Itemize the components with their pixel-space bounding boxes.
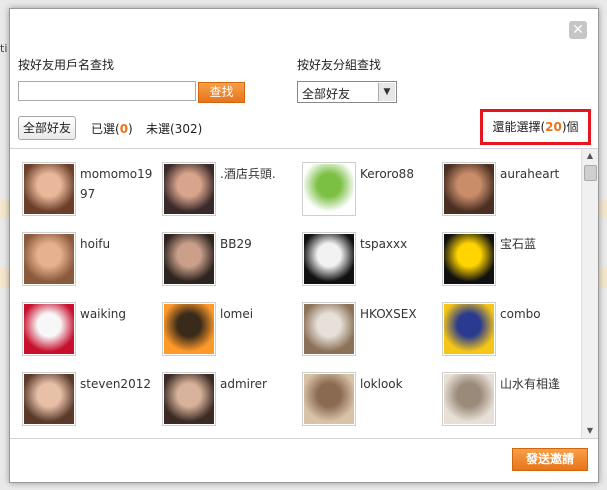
friend-name[interactable]: 宝石蓝 <box>500 234 578 254</box>
friend-name[interactable]: 山水有相逢 <box>500 374 578 394</box>
friend-item[interactable]: BB29 <box>162 232 302 292</box>
remaining-quota: 還能選擇(20)個 <box>480 109 591 145</box>
friend-avatar-frame[interactable] <box>22 372 76 426</box>
friend-avatar-frame[interactable] <box>22 162 76 216</box>
friend-name[interactable]: waiking <box>80 304 158 324</box>
close-icon[interactable]: ✕ <box>569 21 587 39</box>
friend-item[interactable]: momomo1997 <box>22 162 162 222</box>
friend-avatar-frame[interactable] <box>442 372 496 426</box>
background-text: ti <box>0 42 8 55</box>
friend-avatar-frame[interactable] <box>442 232 496 286</box>
avatar <box>164 164 214 214</box>
friend-name[interactable]: BB29 <box>220 234 298 254</box>
avatar <box>304 164 354 214</box>
group-select-value: 全部好友 <box>302 87 351 101</box>
friend-name[interactable]: admirer <box>220 374 298 394</box>
unselected-count[interactable]: 未選(302) <box>146 120 202 137</box>
friend-avatar-frame[interactable] <box>442 302 496 356</box>
friend-name[interactable]: combo <box>500 304 578 324</box>
friend-item[interactable]: auraheart <box>442 162 582 222</box>
search-label: 按好友用戶名查找 <box>18 58 115 72</box>
avatar <box>304 234 354 284</box>
avatar <box>304 304 354 354</box>
friend-item[interactable]: Keroro88 <box>302 162 442 222</box>
friend-avatar-frame[interactable] <box>302 302 356 356</box>
friend-list: momomo1997 .酒店兵頭. Keroro88 auraheart hoifu BB… <box>10 148 598 439</box>
friend-item[interactable]: lomei <box>162 302 302 362</box>
avatar <box>444 374 494 424</box>
friend-name[interactable]: hoifu <box>80 234 158 254</box>
friend-avatar-frame[interactable] <box>162 232 216 286</box>
friend-item[interactable]: hoifu <box>22 232 162 292</box>
username-search-input[interactable] <box>18 81 196 101</box>
friend-item[interactable]: HKOXSEX <box>302 302 442 362</box>
avatar <box>24 374 74 424</box>
friend-avatar-frame[interactable] <box>442 162 496 216</box>
avatar <box>444 304 494 354</box>
friend-name[interactable]: auraheart <box>500 164 578 184</box>
all-friends-button[interactable]: 全部好友 <box>18 116 76 140</box>
avatar <box>304 374 354 424</box>
selected-number: 0 <box>119 122 129 136</box>
remaining-number: 20 <box>545 120 562 134</box>
friend-item[interactable]: 宝石蓝 <box>442 232 582 292</box>
selected-count[interactable]: 已選(0) <box>91 120 133 137</box>
invite-friends-dialog: ✕ 按好友用戶名查找 查找 按好友分組查找 全部好友 ▼ 全部好友 已選(0) … <box>9 8 599 483</box>
send-invitation-button[interactable]: 發送邀請 <box>512 448 588 471</box>
friend-avatar-frame[interactable] <box>22 302 76 356</box>
friend-item[interactable]: 山水有相逢 <box>442 372 582 432</box>
friend-item[interactable]: waiking <box>22 302 162 362</box>
friend-item[interactable]: steven2012 <box>22 372 162 432</box>
friend-name[interactable]: .酒店兵頭. <box>220 164 298 184</box>
friend-name[interactable]: steven2012 <box>80 374 158 394</box>
friend-name[interactable]: momomo1997 <box>80 164 158 204</box>
friend-avatar-frame[interactable] <box>162 162 216 216</box>
friend-name[interactable]: HKOXSEX <box>360 304 438 324</box>
friend-name[interactable]: loklook <box>360 374 438 394</box>
avatar <box>444 234 494 284</box>
scrollbar[interactable]: ▲ ▼ <box>581 149 598 438</box>
friend-item[interactable]: combo <box>442 302 582 362</box>
friend-name[interactable]: tspaxxx <box>360 234 438 254</box>
group-select[interactable]: 全部好友 ▼ <box>297 81 397 103</box>
scroll-down-icon[interactable]: ▼ <box>582 424 598 438</box>
friend-avatar-frame[interactable] <box>302 372 356 426</box>
scroll-thumb[interactable] <box>584 165 597 181</box>
avatar <box>24 164 74 214</box>
search-button[interactable]: 查找 <box>198 82 245 103</box>
friend-avatar-frame[interactable] <box>302 232 356 286</box>
avatar <box>164 304 214 354</box>
friend-avatar-frame[interactable] <box>22 232 76 286</box>
group-filter-label: 按好友分組查找 <box>297 58 382 72</box>
friend-item[interactable]: tspaxxx <box>302 232 442 292</box>
chevron-down-icon[interactable]: ▼ <box>378 83 395 101</box>
friend-avatar-frame[interactable] <box>302 162 356 216</box>
remaining-suffix: )個 <box>561 120 579 134</box>
friend-name[interactable]: Keroro88 <box>360 164 438 184</box>
friend-item[interactable]: .酒店兵頭. <box>162 162 302 222</box>
selected-suffix: ) <box>128 122 133 136</box>
selected-prefix: 已選( <box>91 122 120 136</box>
avatar <box>164 374 214 424</box>
avatar <box>444 164 494 214</box>
friend-name[interactable]: lomei <box>220 304 298 324</box>
avatar <box>24 304 74 354</box>
avatar <box>24 234 74 284</box>
scroll-up-icon[interactable]: ▲ <box>582 149 598 163</box>
friend-avatar-frame[interactable] <box>162 372 216 426</box>
avatar <box>164 234 214 284</box>
friend-item[interactable]: loklook <box>302 372 442 432</box>
friend-item[interactable]: admirer <box>162 372 302 432</box>
remaining-prefix: 還能選擇( <box>492 120 546 134</box>
friend-avatar-frame[interactable] <box>162 302 216 356</box>
